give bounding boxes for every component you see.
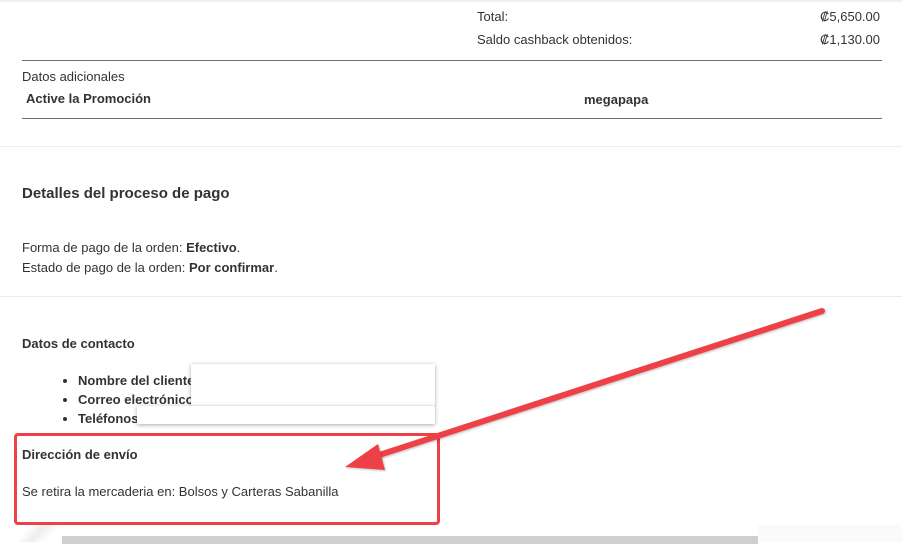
- footer-decoration-right: [758, 525, 902, 542]
- footer-decoration: [0, 525, 60, 542]
- annotation-arrow-icon: [345, 308, 825, 470]
- footer-bar: [62, 536, 758, 544]
